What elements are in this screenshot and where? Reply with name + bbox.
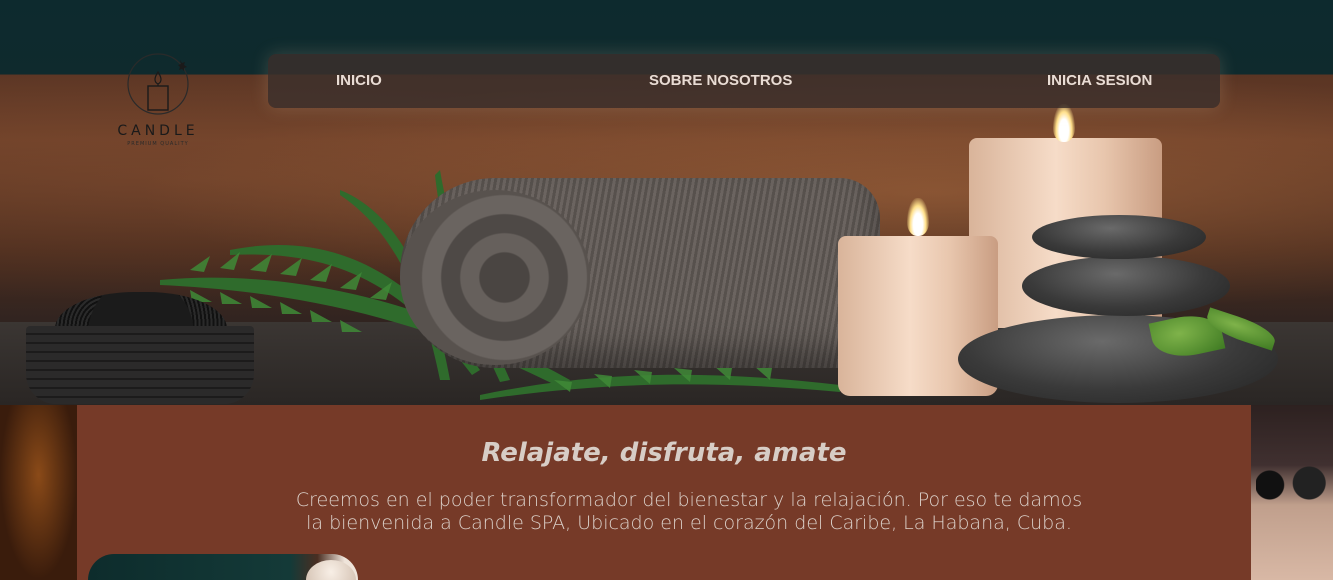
- flame-small-image: [907, 198, 929, 236]
- nav-link-inicia-sesion[interactable]: INICIA SESION: [1047, 72, 1152, 89]
- towel-roll-image: [400, 190, 590, 365]
- logo-subtitle: PREMIUM QUALITY: [127, 141, 189, 147]
- welcome-text: Creemos en el poder transformador del bi…: [295, 489, 1083, 534]
- side-panel-right: [1251, 405, 1333, 580]
- flame-large-image: [1053, 104, 1075, 142]
- candle-logo-icon: [127, 53, 189, 115]
- logo-wordmark: CANDLE: [117, 123, 199, 139]
- bowl-image: [26, 326, 254, 404]
- side-panel-left: [0, 405, 77, 580]
- logo[interactable]: CANDLE PREMIUM QUALITY: [100, 50, 216, 150]
- nav-link-inicio[interactable]: INICIO: [336, 72, 382, 89]
- spa-thumbnail-image: [88, 554, 358, 580]
- nav-link-sobre-nosotros[interactable]: SOBRE NOSOTROS: [649, 72, 792, 89]
- stones-decor-image: [1256, 465, 1332, 505]
- stone-top-image: [1032, 215, 1206, 259]
- welcome-heading: Relajate, disfruta, amate: [481, 438, 847, 468]
- main-nav: INICIO SOBRE NOSOTROS INICIA SESION: [268, 54, 1220, 108]
- welcome-section: Relajate, disfruta, amate Creemos en el …: [77, 405, 1251, 580]
- spa-bowl-image: [306, 560, 356, 580]
- stone-middle-image: [1022, 256, 1230, 316]
